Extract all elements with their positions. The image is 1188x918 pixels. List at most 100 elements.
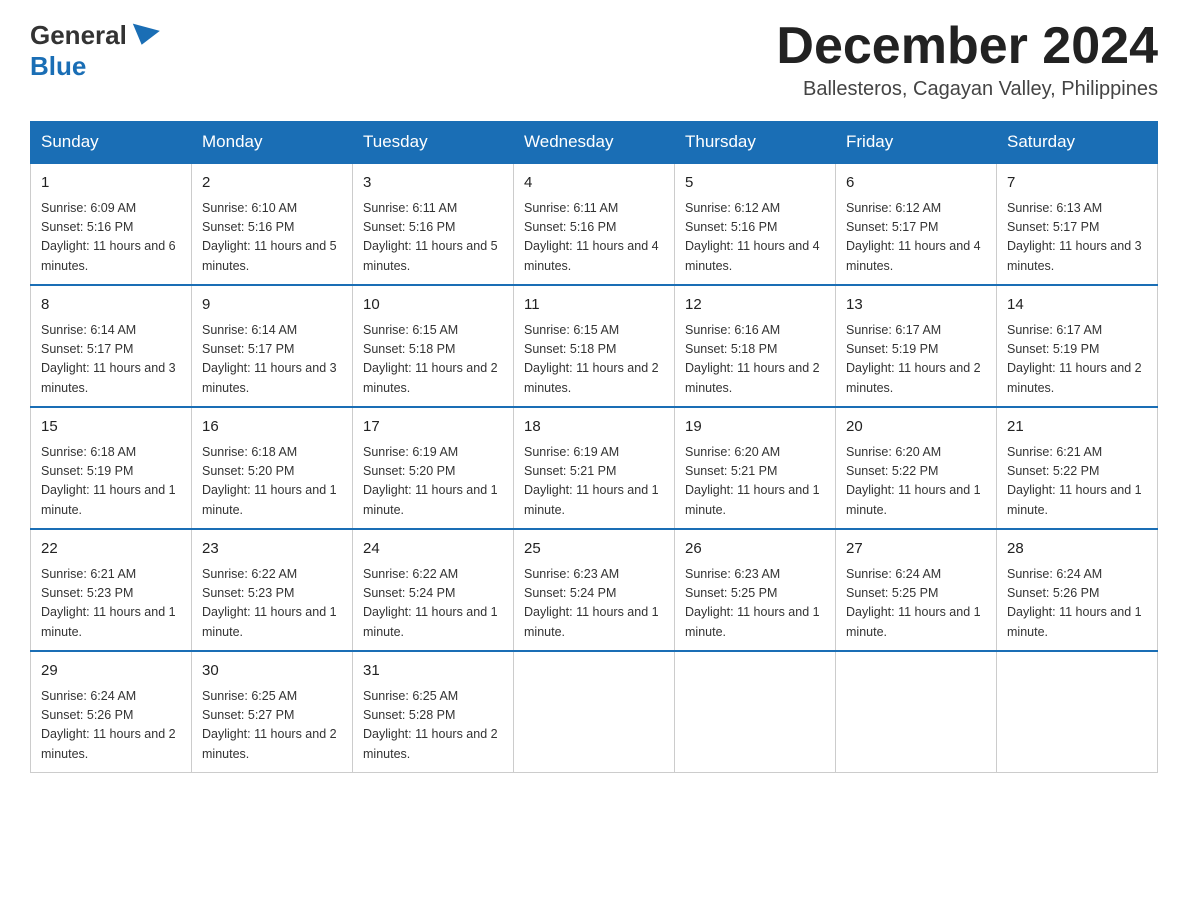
calendar-day-cell: 18Sunrise: 6:19 AMSunset: 5:21 PMDayligh… [514, 407, 675, 529]
calendar-day-cell: 25 Sunrise: 6:23 AMSunset: 5:24 PMDayligh… [514, 529, 675, 651]
day-number: 28 [1007, 538, 1147, 561]
calendar-week-row: 22Sunrise: 6:21 AMSunset: 5:23 PMDayligh… [31, 529, 1158, 651]
day-number: 12 [685, 294, 825, 317]
title-section: December 2024 Ballesteros, Cagayan Valle… [776, 20, 1158, 101]
day-info: Sunrise: 6:18 AMSunset: 5:20 PMDaylight:… [202, 443, 342, 521]
calendar-day-cell: 13 Sunrise: 6:17 AMSunset: 5:19 PMDayligh… [836, 285, 997, 407]
calendar-day-cell: 3Sunrise: 6:11 AMSunset: 5:16 PMDaylight… [353, 163, 514, 285]
calendar-day-cell: 14Sunrise: 6:17 AMSunset: 5:19 PMDayligh… [997, 285, 1158, 407]
day-number: 6 [846, 172, 986, 195]
calendar-table: SundayMondayTuesdayWednesdayThursdayFrid… [30, 121, 1158, 773]
calendar-week-row: 8 Sunrise: 6:14 AMSunset: 5:17 PMDaylight… [31, 285, 1158, 407]
day-info: Sunrise: 6:22 AMSunset: 5:24 PMDaylight:… [363, 565, 503, 643]
calendar-day-cell: 31Sunrise: 6:25 AMSunset: 5:28 PMDayligh… [353, 651, 514, 773]
day-info: Sunrise: 6:14 AMSunset: 5:17 PMDaylight:… [41, 321, 181, 399]
calendar-day-cell: 27Sunrise: 6:24 AMSunset: 5:25 PMDayligh… [836, 529, 997, 651]
calendar-day-cell: 23Sunrise: 6:22 AMSunset: 5:23 PMDayligh… [192, 529, 353, 651]
calendar-day-cell: 4Sunrise: 6:11 AMSunset: 5:16 PMDaylight… [514, 163, 675, 285]
day-number: 9 [202, 294, 342, 317]
calendar-day-cell [675, 651, 836, 773]
calendar-day-cell: 20 Sunrise: 6:20 AMSunset: 5:22 PMDayligh… [836, 407, 997, 529]
day-info: Sunrise: 6:15 AMSunset: 5:18 PMDaylight:… [363, 321, 503, 399]
day-of-week-header: Tuesday [353, 122, 514, 164]
calendar-day-cell: 17 Sunrise: 6:19 AMSunset: 5:20 PMDayligh… [353, 407, 514, 529]
calendar-header-row: SundayMondayTuesdayWednesdayThursdayFrid… [31, 122, 1158, 164]
calendar-day-cell: 6 Sunrise: 6:12 AMSunset: 5:17 PMDaylight… [836, 163, 997, 285]
calendar-day-cell: 5Sunrise: 6:12 AMSunset: 5:16 PMDaylight… [675, 163, 836, 285]
calendar-day-cell: 1 Sunrise: 6:09 AMSunset: 5:16 PMDaylight… [31, 163, 192, 285]
calendar-day-cell: 21 Sunrise: 6:21 AMSunset: 5:22 PMDayligh… [997, 407, 1158, 529]
month-title: December 2024 [776, 20, 1158, 72]
day-info: Sunrise: 6:17 AMSunset: 5:19 PMDaylight:… [846, 321, 986, 399]
calendar-day-cell: 7 Sunrise: 6:13 AMSunset: 5:17 PMDaylight… [997, 163, 1158, 285]
day-number: 7 [1007, 172, 1147, 195]
calendar-day-cell [836, 651, 997, 773]
day-of-week-header: Sunday [31, 122, 192, 164]
day-number: 11 [524, 294, 664, 317]
calendar-day-cell: 12 Sunrise: 6:16 AMSunset: 5:18 PMDayligh… [675, 285, 836, 407]
calendar-day-cell: 16 Sunrise: 6:18 AMSunset: 5:20 PMDayligh… [192, 407, 353, 529]
day-info: Sunrise: 6:24 AMSunset: 5:26 PMDaylight:… [1007, 565, 1147, 643]
calendar-day-cell [514, 651, 675, 773]
day-number: 4 [524, 172, 664, 195]
logo-blue-text: Blue [30, 51, 86, 82]
day-info: Sunrise: 6:13 AMSunset: 5:17 PMDaylight:… [1007, 199, 1147, 277]
day-of-week-header: Wednesday [514, 122, 675, 164]
calendar-day-cell: 24Sunrise: 6:22 AMSunset: 5:24 PMDayligh… [353, 529, 514, 651]
calendar-day-cell: 19 Sunrise: 6:20 AMSunset: 5:21 PMDayligh… [675, 407, 836, 529]
day-info: Sunrise: 6:25 AMSunset: 5:27 PMDaylight:… [202, 687, 342, 765]
calendar-day-cell [997, 651, 1158, 773]
day-number: 15 [41, 416, 181, 439]
calendar-day-cell: 29 Sunrise: 6:24 AMSunset: 5:26 PMDayligh… [31, 651, 192, 773]
day-info: Sunrise: 6:16 AMSunset: 5:18 PMDaylight:… [685, 321, 825, 399]
day-info: Sunrise: 6:14 AMSunset: 5:17 PMDaylight:… [202, 321, 342, 399]
day-number: 19 [685, 416, 825, 439]
day-info: Sunrise: 6:24 AMSunset: 5:26 PMDaylight:… [41, 687, 181, 765]
day-of-week-header: Friday [836, 122, 997, 164]
day-number: 25 [524, 538, 664, 561]
day-info: Sunrise: 6:25 AMSunset: 5:28 PMDaylight:… [363, 687, 503, 765]
logo-triangle-icon [128, 23, 160, 48]
day-info: Sunrise: 6:20 AMSunset: 5:21 PMDaylight:… [685, 443, 825, 521]
day-info: Sunrise: 6:20 AMSunset: 5:22 PMDaylight:… [846, 443, 986, 521]
day-number: 30 [202, 660, 342, 683]
day-number: 27 [846, 538, 986, 561]
day-info: Sunrise: 6:19 AMSunset: 5:20 PMDaylight:… [363, 443, 503, 521]
day-info: Sunrise: 6:12 AMSunset: 5:17 PMDaylight:… [846, 199, 986, 277]
page-header: General Blue December 2024 Ballesteros, … [30, 20, 1158, 101]
calendar-day-cell: 10 Sunrise: 6:15 AMSunset: 5:18 PMDayligh… [353, 285, 514, 407]
calendar-day-cell: 28 Sunrise: 6:24 AMSunset: 5:26 PMDayligh… [997, 529, 1158, 651]
day-info: Sunrise: 6:23 AMSunset: 5:24 PMDaylight:… [524, 565, 664, 643]
day-of-week-header: Monday [192, 122, 353, 164]
day-info: Sunrise: 6:09 AMSunset: 5:16 PMDaylight:… [41, 199, 181, 277]
day-number: 16 [202, 416, 342, 439]
day-number: 2 [202, 172, 342, 195]
day-number: 8 [41, 294, 181, 317]
day-info: Sunrise: 6:15 AMSunset: 5:18 PMDaylight:… [524, 321, 664, 399]
day-number: 20 [846, 416, 986, 439]
day-number: 14 [1007, 294, 1147, 317]
logo-general-text: General [30, 20, 127, 51]
day-number: 22 [41, 538, 181, 561]
day-number: 10 [363, 294, 503, 317]
day-of-week-header: Saturday [997, 122, 1158, 164]
day-number: 29 [41, 660, 181, 683]
day-number: 1 [41, 172, 181, 195]
day-number: 18 [524, 416, 664, 439]
calendar-week-row: 15 Sunrise: 6:18 AMSunset: 5:19 PMDayligh… [31, 407, 1158, 529]
calendar-day-cell: 30 Sunrise: 6:25 AMSunset: 5:27 PMDayligh… [192, 651, 353, 773]
calendar-day-cell: 22Sunrise: 6:21 AMSunset: 5:23 PMDayligh… [31, 529, 192, 651]
day-info: Sunrise: 6:22 AMSunset: 5:23 PMDaylight:… [202, 565, 342, 643]
day-info: Sunrise: 6:12 AMSunset: 5:16 PMDaylight:… [685, 199, 825, 277]
day-info: Sunrise: 6:18 AMSunset: 5:19 PMDaylight:… [41, 443, 181, 521]
day-number: 13 [846, 294, 986, 317]
location-subtitle: Ballesteros, Cagayan Valley, Philippines [776, 78, 1158, 101]
calendar-day-cell: 8 Sunrise: 6:14 AMSunset: 5:17 PMDaylight… [31, 285, 192, 407]
logo: General Blue [30, 20, 161, 82]
day-number: 17 [363, 416, 503, 439]
day-number: 21 [1007, 416, 1147, 439]
calendar-week-row: 1 Sunrise: 6:09 AMSunset: 5:16 PMDaylight… [31, 163, 1158, 285]
calendar-day-cell: 2Sunrise: 6:10 AMSunset: 5:16 PMDaylight… [192, 163, 353, 285]
day-info: Sunrise: 6:21 AMSunset: 5:22 PMDaylight:… [1007, 443, 1147, 521]
day-info: Sunrise: 6:23 AMSunset: 5:25 PMDaylight:… [685, 565, 825, 643]
